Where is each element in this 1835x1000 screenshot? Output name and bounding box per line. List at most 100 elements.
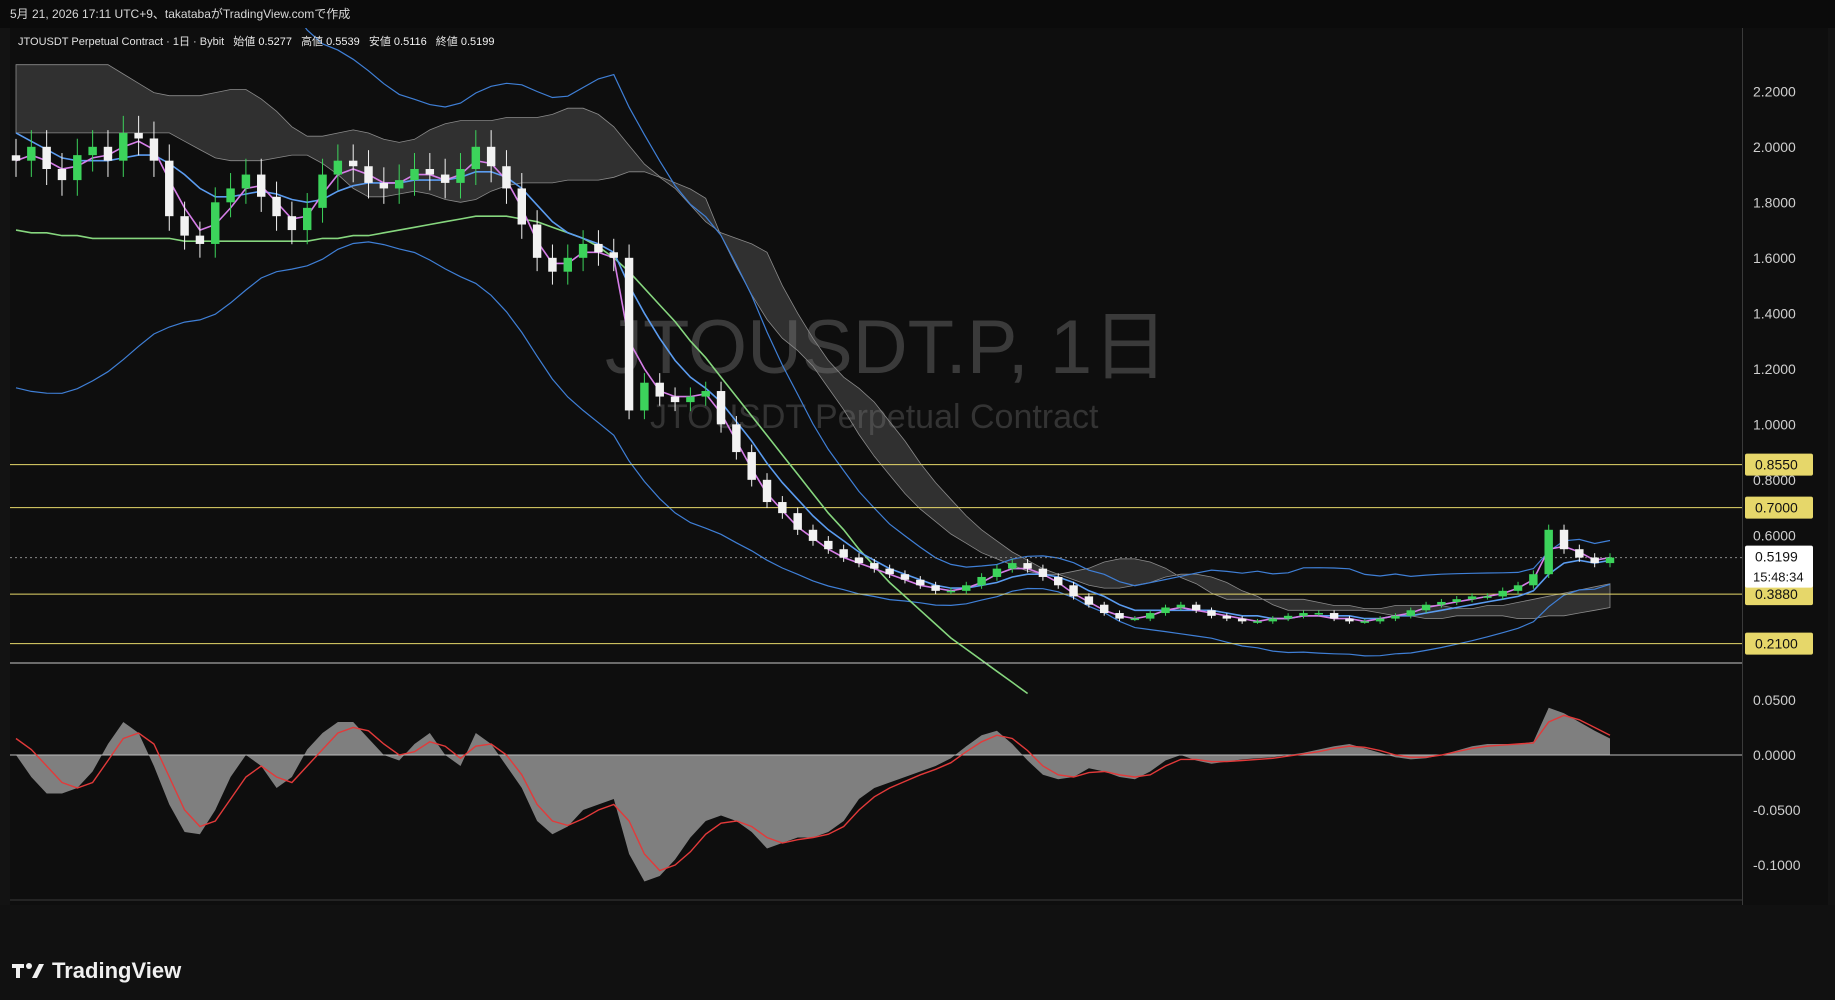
macd-tick: 0.0500 <box>1753 692 1796 708</box>
candle-body <box>287 216 297 231</box>
candle-body <box>686 396 695 403</box>
candle-body <box>1253 621 1262 623</box>
chart-caption: 5月 21, 2026 17:11 UTC+9、takatabaがTrading… <box>0 0 1835 28</box>
candle-body <box>180 216 189 236</box>
candle-body <box>1329 613 1339 619</box>
last-price-badge: 0.5199 15:48:34 <box>1745 545 1813 588</box>
chart-svg[interactable]: JTOUSDT.P, 1日 JTOUSDT Perpetual Contract… <box>10 28 1742 905</box>
price-tick: 1.8000 <box>1753 194 1796 210</box>
candle-body <box>42 146 51 170</box>
candle-body <box>211 202 220 244</box>
candle-body <box>1375 618 1385 622</box>
candle-body <box>73 155 82 181</box>
candle-body <box>1054 576 1063 586</box>
price-tick: 2.0000 <box>1753 139 1796 155</box>
candle-body <box>578 243 588 258</box>
chart-panel[interactable]: JTOUSDT.P, 1日 JTOUSDT Perpetual Contract… <box>10 28 1742 905</box>
candle-body <box>640 382 649 411</box>
legend-close-label: 終値 <box>436 34 458 48</box>
candle-body <box>119 132 128 161</box>
candle-body <box>103 146 113 161</box>
legend-close-value: 0.5199 <box>461 36 495 48</box>
legend-open-label: 始値 <box>233 34 255 48</box>
candle-body <box>1222 615 1232 619</box>
candle-body <box>624 257 634 411</box>
candle-body <box>716 391 726 425</box>
candle-body <box>854 557 864 564</box>
candle-body <box>532 224 542 258</box>
level-badge-label: 0.8550 <box>1755 457 1798 473</box>
candle-body <box>195 235 205 244</box>
legend-symbol: JTOUSDT Perpetual Contract · 1日 · Bybit <box>18 36 224 48</box>
candle-body <box>11 155 21 161</box>
candle-body <box>165 160 174 217</box>
level-badge-label: 0.2100 <box>1755 636 1798 652</box>
macd-tick: -0.0500 <box>1753 802 1801 818</box>
candle-body <box>916 579 925 586</box>
macd-ticks: 0.0500 0.0000 -0.0500 -0.1000 <box>1753 692 1801 873</box>
candle-body <box>962 585 971 591</box>
candle-body <box>302 207 312 231</box>
price-tick: 1.6000 <box>1753 250 1796 266</box>
candle-body <box>977 576 986 586</box>
horizontal-levels <box>10 464 1742 645</box>
candle-body <box>486 146 496 167</box>
candle-body <box>701 391 710 397</box>
candle-body <box>793 513 802 530</box>
legend-high-value: 0.5539 <box>326 36 360 48</box>
candle-body <box>1452 599 1461 602</box>
candle-body <box>272 196 281 217</box>
tradingview-logo[interactable]: TradingView <box>12 958 181 984</box>
candle-body <box>824 540 833 550</box>
candle-body <box>1529 574 1538 586</box>
candle-body <box>1145 613 1155 619</box>
candle-body <box>456 169 465 183</box>
candle-body <box>88 146 97 156</box>
candle-body <box>885 568 894 575</box>
candle-body <box>870 563 879 569</box>
candle-body <box>1299 613 1308 616</box>
candle-body <box>1559 529 1569 550</box>
bar-countdown: 15:48:34 <box>1753 570 1804 585</box>
candle-body <box>1605 557 1615 564</box>
last-price: 0.5199 <box>1755 549 1798 565</box>
macd-tick: -0.1000 <box>1753 857 1801 873</box>
candle-body <box>57 169 67 181</box>
candle-body <box>27 146 36 161</box>
macd-tick: 0.0000 <box>1753 747 1796 763</box>
macd-panel <box>10 707 1742 882</box>
footer <box>0 905 1835 1000</box>
candle-body <box>410 169 419 181</box>
candle-body <box>1345 618 1354 622</box>
candle-body <box>333 160 343 175</box>
price-axis[interactable]: 2.2000 2.0000 1.8000 1.6000 1.4000 1.2000 1.00… <box>1742 28 1828 905</box>
svg-text:JTOUSDT Perpetual Contract · 1: JTOUSDT Perpetual Contract · 1日 · Bybit … <box>18 34 495 48</box>
legend-low-value: 0.5116 <box>394 36 427 48</box>
candle-body <box>348 160 358 167</box>
macd-area <box>16 707 1610 882</box>
candle-body <box>1575 549 1584 558</box>
candle-body <box>778 502 787 514</box>
candle-body <box>594 243 603 253</box>
candle-body <box>563 257 572 272</box>
candle-body <box>440 174 450 183</box>
candle-body <box>655 382 664 397</box>
candle-body <box>1391 615 1400 619</box>
candle-body <box>548 257 557 272</box>
candle-body <box>1099 604 1109 614</box>
candle-body <box>1513 585 1523 591</box>
candle-body <box>1237 618 1247 622</box>
candle-body <box>1161 607 1170 614</box>
price-tick: 0.6000 <box>1753 527 1796 543</box>
candle-body <box>1406 610 1415 616</box>
candle-body <box>134 132 143 139</box>
candle-body <box>1038 568 1048 577</box>
candle-body <box>517 188 527 225</box>
price-tick: 2.2000 <box>1753 83 1796 99</box>
level-badge-label: 0.7000 <box>1755 500 1798 516</box>
legend: JTOUSDT Perpetual Contract · 1日 · Bybit … <box>18 34 495 48</box>
candle-body <box>900 574 910 580</box>
tradingview-logo-text: TradingView <box>52 958 182 983</box>
candle-body <box>1191 604 1201 611</box>
price-tick: 1.4000 <box>1753 305 1796 321</box>
